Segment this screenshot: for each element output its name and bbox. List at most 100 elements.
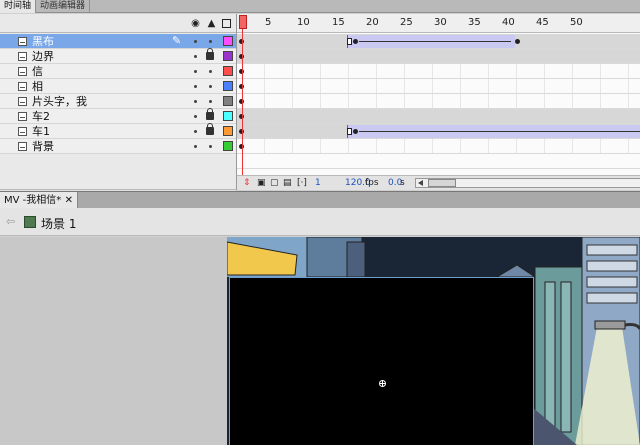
timeline-footer: ⇕ ▣ ▢ ▤ [·] 1 120.0 fps 0.0 s (237, 175, 640, 190)
layer-color-swatch[interactable] (223, 51, 233, 61)
layer-name: 背景 (32, 140, 54, 153)
lock-icon[interactable] (206, 48, 214, 60)
lock-dot[interactable] (209, 145, 212, 148)
keyframe[interactable] (353, 39, 358, 44)
frame-row[interactable] (237, 124, 640, 139)
onion-outline-icon[interactable]: ▢ (270, 178, 279, 189)
layer-name: 车2 (32, 110, 50, 123)
lock-dot[interactable] (209, 85, 212, 88)
black-cloth-symbol[interactable] (229, 277, 534, 445)
layer-row[interactable]: 车1 (0, 123, 236, 139)
panel-tabs: 时间轴 动画编辑器 (0, 0, 640, 13)
layer-color-swatch[interactable] (223, 111, 233, 121)
close-icon[interactable]: ✕ (65, 192, 73, 209)
stage[interactable] (227, 237, 640, 445)
frame-row[interactable] (237, 94, 640, 109)
eye-icon[interactable]: ◉ (190, 18, 201, 29)
ruler-label: 5 (265, 17, 272, 28)
visibility-dot[interactable] (194, 40, 197, 43)
layer-icon (18, 82, 27, 91)
current-frame[interactable]: 1 (315, 178, 321, 189)
layer-color-swatch[interactable] (223, 36, 233, 46)
frame-ruler[interactable]: 5 10 15 20 25 30 35 40 45 50 (237, 14, 640, 33)
layer-color-swatch[interactable] (223, 96, 233, 106)
lock-icon[interactable] (206, 108, 214, 120)
scroll-thumb[interactable] (428, 179, 456, 187)
layer-color-swatch[interactable] (223, 126, 233, 136)
frame-rate-unit: fps (365, 178, 379, 188)
document-title: MV -我相信* (4, 195, 62, 206)
layer-name: 相 (32, 80, 43, 93)
layer-row[interactable]: 相 (0, 79, 236, 94)
visibility-dot[interactable] (194, 130, 197, 133)
elapsed-time-unit: s (400, 178, 405, 188)
keyframe[interactable] (347, 128, 352, 135)
document-tab[interactable]: MV -我相信* ✕ (0, 192, 78, 209)
lock-dot[interactable] (209, 100, 212, 103)
outline-icon[interactable] (222, 19, 231, 28)
frame-row[interactable] (237, 49, 640, 64)
frame-row[interactable] (237, 139, 640, 154)
ruler-label: 15 (332, 17, 345, 28)
layers-panel: ◉ ▲ 黑布 ✎ 边界 信 相 片头字，我 车2 车1 背景 (0, 14, 236, 204)
layer-icon (18, 37, 27, 46)
frame-row[interactable] (237, 79, 640, 94)
layers-header: ◉ ▲ (0, 14, 236, 33)
scene-icon (24, 216, 36, 228)
scene-label[interactable]: 场景 1 (41, 215, 76, 232)
frame-row-empty (237, 154, 640, 169)
visibility-dot[interactable] (194, 85, 197, 88)
keyframe[interactable] (515, 39, 520, 44)
layer-row[interactable]: 片头字，我 (0, 94, 236, 109)
layer-row[interactable]: 黑布 ✎ (0, 34, 236, 49)
timeline-scrollbar[interactable] (415, 178, 640, 188)
edit-multiple-frames-icon[interactable]: ▤ (283, 178, 292, 189)
onion-skin-icon[interactable]: ▣ (257, 178, 266, 189)
keyframe[interactable] (347, 38, 352, 45)
layer-row[interactable]: 背景 (0, 139, 236, 154)
scene-bar: ⇦ 场景 1 (0, 208, 640, 236)
layer-icon (18, 142, 27, 151)
visibility-dot[interactable] (194, 70, 197, 73)
back-arrow-icon[interactable]: ⇦ (6, 216, 16, 227)
keyframe[interactable] (353, 129, 358, 134)
ruler-label: 35 (468, 17, 481, 28)
lock-icon[interactable] (206, 123, 214, 135)
frame-row[interactable] (237, 64, 640, 79)
layer-name: 片头字，我 (32, 95, 87, 108)
ruler-label: 25 (400, 17, 413, 28)
layer-icon (18, 127, 27, 136)
tab-timeline[interactable]: 时间轴 (0, 0, 37, 13)
frames-panel: 5 10 15 20 25 30 35 40 45 50 ⇕ ▣ ▢ ▤ [·]… (236, 14, 640, 190)
layer-row[interactable]: 车2 (0, 108, 236, 124)
layer-icon (18, 52, 27, 61)
layer-color-swatch[interactable] (223, 66, 233, 76)
lock-dot[interactable] (209, 40, 212, 43)
layer-name: 边界 (32, 50, 54, 63)
ruler-label: 40 (502, 17, 515, 28)
layer-row[interactable]: 信 (0, 64, 236, 79)
frame-row[interactable] (237, 34, 640, 49)
ruler-label: 20 (366, 17, 379, 28)
lock-dot[interactable] (209, 70, 212, 73)
layer-icon (18, 112, 27, 121)
frame-row[interactable] (237, 109, 640, 124)
playhead-handle[interactable] (239, 15, 247, 29)
center-frame-icon[interactable]: ⇕ (243, 178, 251, 189)
lock-icon[interactable]: ▲ (206, 18, 217, 29)
ruler-label: 50 (570, 17, 583, 28)
visibility-dot[interactable] (194, 145, 197, 148)
workspace (0, 237, 640, 445)
visibility-dot[interactable] (194, 100, 197, 103)
scroll-left-icon[interactable] (418, 180, 423, 186)
visibility-dot[interactable] (194, 115, 197, 118)
playhead-line (242, 29, 243, 189)
layer-row[interactable]: 边界 (0, 48, 236, 64)
modify-markers-icon[interactable]: [·] (297, 178, 307, 189)
visibility-dot[interactable] (194, 55, 197, 58)
playhead[interactable] (239, 14, 247, 190)
layer-color-swatch[interactable] (223, 141, 233, 151)
tab-motion-editor[interactable]: 动画编辑器 (36, 0, 91, 13)
layer-color-swatch[interactable] (223, 81, 233, 91)
document-tabs: MV -我相信* ✕ (0, 191, 640, 209)
